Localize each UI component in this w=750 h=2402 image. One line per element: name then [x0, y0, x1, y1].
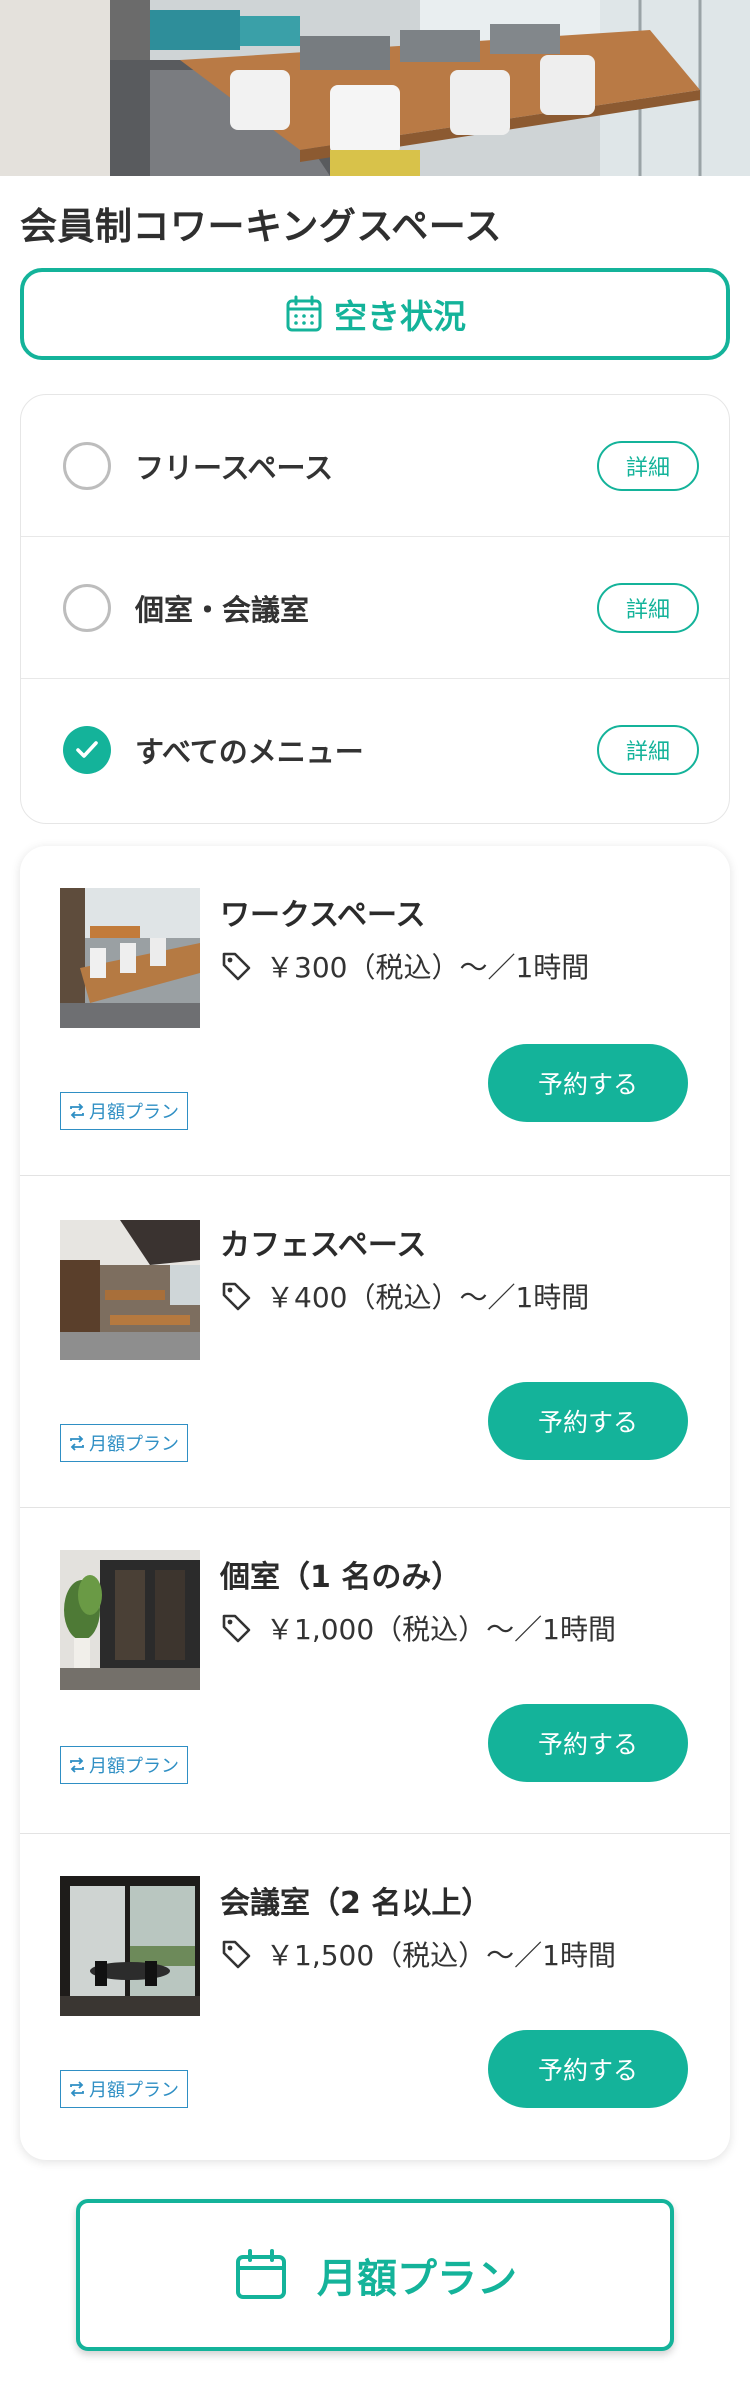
repeat-icon: [67, 1433, 87, 1453]
list-item: ワークスペース ￥300（税込）〜／1時間 予約する 月額プラン: [20, 846, 730, 1176]
filter-row-private-meeting[interactable]: 個室・会議室 詳細: [21, 537, 729, 679]
item-name: 会議室（2 名以上）: [220, 1886, 492, 1921]
badge-label: 月額プラン: [89, 1756, 179, 1777]
item-price: ￥1,500（税込）〜／1時間: [220, 1934, 616, 1974]
detail-button[interactable]: 詳細: [597, 440, 699, 491]
price-text: ￥400（税込）〜／1時間: [266, 1281, 590, 1314]
monthly-plan-badge: 月額プラン: [60, 1092, 188, 1130]
filter-label: フリースペース: [135, 450, 334, 485]
price-tag-icon: [220, 1612, 252, 1644]
list-item: 会議室（2 名以上） ￥1,500（税込）〜／1時間 予約する 月額プラン: [20, 1834, 730, 2160]
repeat-icon: [67, 2079, 87, 2099]
reserve-button[interactable]: 予約する: [488, 2030, 688, 2108]
filter-row-all-menu[interactable]: すべてのメニュー 詳細: [21, 679, 729, 821]
price-text: ￥1,500（税込）〜／1時間: [266, 1939, 616, 1972]
list-item: 個室（1 名のみ） ￥1,000（税込）〜／1時間 予約する 月額プラン: [20, 1508, 730, 1834]
repeat-icon: [67, 1755, 87, 1775]
availability-label: 空き状況: [334, 297, 466, 336]
monthly-plan-badge: 月額プラン: [60, 2070, 188, 2108]
page-title: 会員制コワーキングスペース: [20, 205, 502, 248]
reserve-button[interactable]: 予約する: [488, 1044, 688, 1122]
price-text: ￥1,000（税込）〜／1時間: [266, 1613, 616, 1646]
item-price: ￥400（税込）〜／1時間: [220, 1276, 589, 1316]
space-list: ワークスペース ￥300（税込）〜／1時間 予約する 月額プラン カフェスペース…: [20, 846, 730, 2160]
calendar-icon: [284, 294, 324, 334]
repeat-icon: [67, 1101, 87, 1121]
availability-button[interactable]: 空き状況: [20, 268, 730, 360]
calendar-icon: [233, 2247, 289, 2303]
list-item: カフェスペース ￥400（税込）〜／1時間 予約する 月額プラン: [20, 1176, 730, 1508]
badge-label: 月額プラン: [89, 2080, 179, 2101]
price-text: ￥300（税込）〜／1時間: [266, 951, 590, 984]
item-price: ￥300（税込）〜／1時間: [220, 946, 589, 986]
price-tag-icon: [220, 1280, 252, 1312]
item-price: ￥1,000（税込）〜／1時間: [220, 1608, 616, 1648]
monthly-plan-label: 月額プラン: [317, 2256, 517, 2302]
item-name: ワークスペース: [220, 898, 426, 933]
workspace-thumbnail: [60, 888, 200, 1028]
private-room-thumbnail: [60, 1550, 200, 1690]
monthly-plan-badge: 月額プラン: [60, 1746, 188, 1784]
radio-button[interactable]: [63, 441, 111, 490]
price-tag-icon: [220, 950, 252, 982]
hero-image: [0, 0, 750, 176]
detail-button[interactable]: 詳細: [597, 582, 699, 633]
price-tag-icon: [220, 1938, 252, 1970]
badge-label: 月額プラン: [89, 1434, 179, 1455]
filter-label: すべてのメニュー: [135, 735, 364, 769]
item-name: 個室（1 名のみ）: [220, 1560, 462, 1595]
menu-filter-list: フリースペース 詳細 個室・会議室 詳細 すべてのメニュー 詳細: [20, 394, 730, 824]
badge-label: 月額プラン: [89, 1102, 179, 1123]
monthly-plan-button[interactable]: 月額プラン: [76, 2199, 674, 2351]
filter-row-free-space[interactable]: フリースペース 詳細: [21, 395, 729, 537]
monthly-plan-badge: 月額プラン: [60, 1424, 188, 1462]
radio-button-checked[interactable]: [63, 726, 111, 774]
radio-button[interactable]: [63, 583, 111, 632]
item-name: カフェスペース: [220, 1228, 427, 1263]
reserve-button[interactable]: 予約する: [488, 1382, 688, 1460]
meeting-room-thumbnail: [60, 1876, 200, 2016]
reserve-button[interactable]: 予約する: [488, 1704, 688, 1782]
detail-button[interactable]: 詳細: [597, 725, 699, 775]
check-icon: [76, 741, 98, 758]
cafe-space-thumbnail: [60, 1220, 200, 1360]
filter-label: 個室・会議室: [135, 592, 310, 627]
